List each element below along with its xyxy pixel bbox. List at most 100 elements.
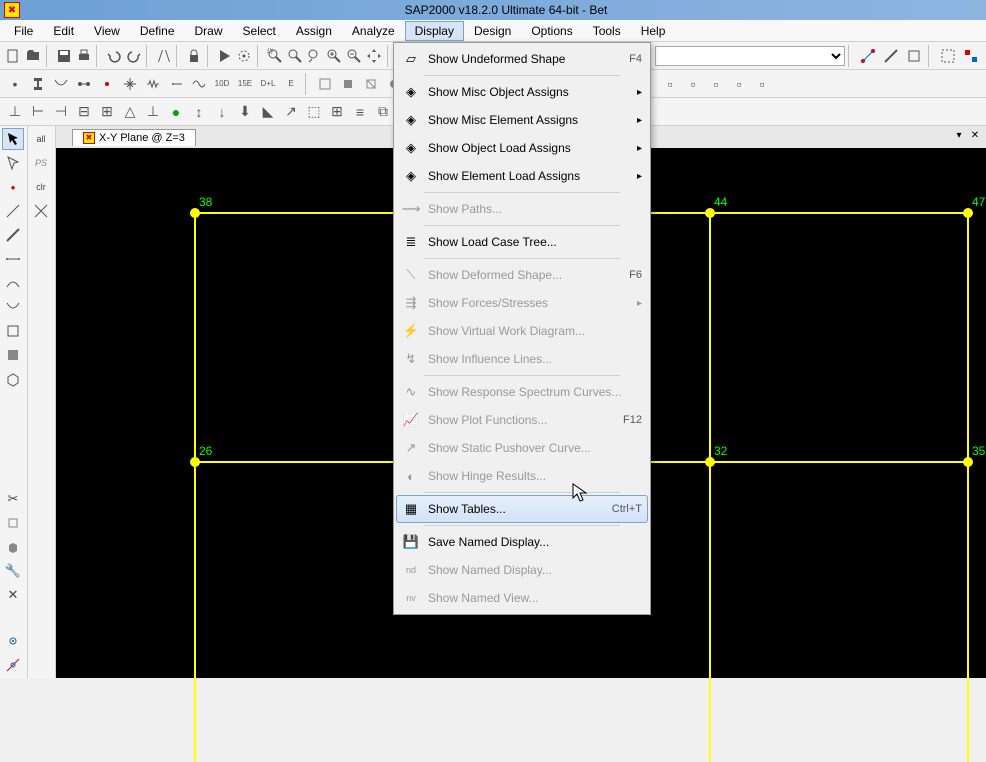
redo-button[interactable] — [124, 45, 143, 67]
load-dl-button[interactable]: D+L — [257, 73, 279, 95]
tendon-button[interactable] — [73, 73, 95, 95]
frame-element[interactable] — [194, 462, 196, 762]
pan-button[interactable] — [365, 45, 384, 67]
menu-display[interactable]: Display — [405, 21, 464, 41]
menu-item-show-object-load-assigns[interactable]: ◈Show Object Load Assigns▸ — [396, 134, 648, 162]
move-point-button[interactable] — [119, 73, 141, 95]
rigid-button[interactable]: ⊟ — [73, 101, 95, 123]
menu-help[interactable]: Help — [631, 21, 676, 41]
area-button[interactable] — [96, 73, 118, 95]
curved-frame-tool[interactable] — [2, 272, 24, 294]
frame-element[interactable] — [710, 212, 968, 214]
quick-area-tool[interactable] — [2, 344, 24, 366]
intersect-tool[interactable] — [30, 200, 52, 222]
assign-load-button[interactable] — [360, 73, 382, 95]
global-z-button[interactable]: ↕ — [188, 101, 210, 123]
misc-14-button[interactable]: ▫ — [728, 73, 750, 95]
menu-assign[interactable]: Assign — [286, 21, 342, 41]
run-button[interactable] — [215, 45, 234, 67]
menu-edit[interactable]: Edit — [43, 21, 84, 41]
open-button[interactable] — [24, 45, 43, 67]
tab-xy-plane[interactable]: ✖ X-Y Plane @ Z=3 — [72, 129, 196, 146]
menu-item-show-misc-element-assigns[interactable]: ◈Show Misc Element Assigns▸ — [396, 106, 648, 134]
menu-analyze[interactable]: Analyze — [342, 21, 405, 41]
prev-select-button[interactable]: PS — [30, 152, 52, 174]
joints-toggle-button[interactable] — [857, 45, 879, 67]
spring-button[interactable] — [142, 73, 164, 95]
solid-tool[interactable] — [2, 536, 24, 558]
assign-restraint-button[interactable] — [337, 73, 359, 95]
joint-node[interactable] — [190, 457, 200, 467]
frame-element[interactable] — [709, 213, 711, 462]
menu-tools[interactable]: Tools — [583, 21, 631, 41]
menu-draw[interactable]: Draw — [185, 21, 233, 41]
section-cut-button[interactable] — [314, 73, 336, 95]
zoom-in-button[interactable] — [325, 45, 344, 67]
dot-tool[interactable]: • — [2, 176, 24, 198]
support-button[interactable]: △ — [119, 101, 141, 123]
menu-view[interactable]: View — [84, 21, 130, 41]
trim-tool[interactable]: ✕ — [2, 584, 24, 606]
snap-end-button[interactable]: ⊥ — [4, 101, 26, 123]
frames-toggle-button[interactable] — [880, 45, 902, 67]
reshape-tool[interactable] — [2, 152, 24, 174]
cable-tool[interactable] — [2, 296, 24, 318]
menu-design[interactable]: Design — [464, 21, 521, 41]
lock-button[interactable] — [185, 45, 204, 67]
new-button[interactable] — [4, 45, 23, 67]
temp-button[interactable]: ⬚ — [303, 101, 325, 123]
wave-load-button[interactable] — [188, 73, 210, 95]
zoom-full-button[interactable] — [285, 45, 304, 67]
undo-button[interactable] — [104, 45, 123, 67]
menu-item-show-undeformed-shape[interactable]: ▱Show Undeformed ShapeF4 — [396, 45, 648, 73]
misc-13-button[interactable]: ▫ — [705, 73, 727, 95]
case-selector[interactable] — [655, 46, 845, 66]
snap-grid-tool[interactable] — [2, 654, 24, 676]
show-button[interactable] — [960, 45, 982, 67]
layer-button[interactable]: ≡ — [349, 101, 371, 123]
load-15e-button[interactable]: 15E — [234, 73, 256, 95]
poly-area-tool[interactable] — [2, 368, 24, 390]
line-tool[interactable] — [2, 200, 24, 222]
area-tool[interactable] — [2, 320, 24, 342]
menu-select[interactable]: Select — [233, 21, 286, 41]
menu-options[interactable]: Options — [521, 21, 582, 41]
clear-button[interactable]: clr — [30, 176, 52, 198]
select-all-button[interactable] — [937, 45, 959, 67]
grid-button[interactable]: ⊞ — [326, 101, 348, 123]
frame-section-button[interactable] — [27, 73, 49, 95]
uniform-load-button[interactable]: ⬇ — [234, 101, 256, 123]
tab-close-button[interactable]: ✕ — [968, 128, 982, 142]
joint-node[interactable] — [705, 457, 715, 467]
edge-button[interactable]: ⊞ — [96, 101, 118, 123]
frame-element[interactable] — [967, 462, 969, 762]
joint-node[interactable] — [705, 208, 715, 218]
analysis-options-button[interactable] — [235, 45, 254, 67]
menu-define[interactable]: Define — [130, 21, 185, 41]
menu-item-show-misc-object-assigns[interactable]: ◈Show Misc Object Assigns▸ — [396, 78, 648, 106]
point-load-button[interactable]: ↓ — [211, 101, 233, 123]
snap-toggle-tool[interactable] — [2, 630, 24, 652]
print-button[interactable] — [74, 45, 93, 67]
tab-dropdown-button[interactable]: ▾ — [952, 128, 966, 142]
joint-node[interactable] — [190, 208, 200, 218]
shells-toggle-button[interactable] — [903, 45, 925, 67]
frame-element[interactable] — [709, 462, 711, 762]
snap-point-button[interactable]: • — [4, 73, 26, 95]
misc-11-button[interactable]: ▫ — [659, 73, 681, 95]
zoom-prev-button[interactable] — [305, 45, 324, 67]
load-e-button[interactable]: E — [280, 73, 302, 95]
menu-item-show-load-case-tree[interactable]: ≣Show Load Case Tree... — [396, 228, 648, 256]
arrow-load-button[interactable]: ↗ — [280, 101, 302, 123]
pointer-tool[interactable] — [2, 128, 24, 150]
frame-element[interactable] — [194, 213, 196, 462]
joint-node[interactable] — [963, 457, 973, 467]
menu-item-save-named-display[interactable]: 💾Save Named Display... — [396, 528, 648, 556]
menu-item-show-element-load-assigns[interactable]: ◈Show Element Load Assigns▸ — [396, 162, 648, 190]
frame-element[interactable] — [710, 461, 968, 463]
quick-frame-tool[interactable] — [2, 248, 24, 270]
menu-item-show-tables[interactable]: ▦Show Tables...Ctrl+T — [396, 495, 648, 523]
refresh-button[interactable] — [155, 45, 174, 67]
release-button[interactable] — [165, 73, 187, 95]
roller-green-button[interactable]: ● — [165, 101, 187, 123]
